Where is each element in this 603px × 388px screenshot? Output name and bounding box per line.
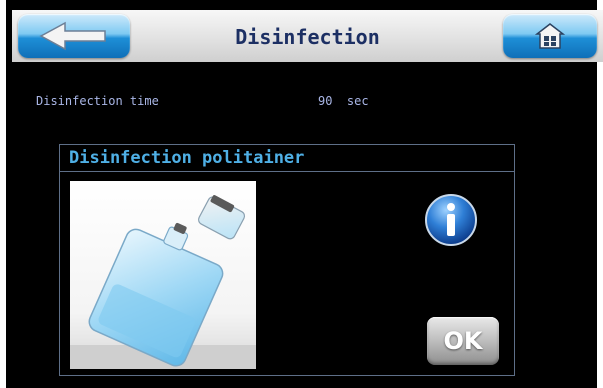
home-button[interactable] bbox=[503, 14, 597, 58]
screen: Disinfection Disinfection time 90 sec Di… bbox=[0, 0, 603, 388]
disinfection-time-value: 90 sec bbox=[318, 94, 369, 108]
info-icon[interactable] bbox=[424, 193, 478, 247]
politainer-illustration bbox=[70, 195, 256, 369]
politainer-dialog: Disinfection politainer OK bbox=[59, 144, 515, 376]
ok-button[interactable]: OK bbox=[427, 317, 499, 365]
disinfection-time-label: Disinfection time bbox=[36, 94, 159, 108]
header-bar: Disinfection bbox=[12, 10, 603, 62]
politainer-image bbox=[70, 181, 256, 369]
dialog-title: Disinfection politainer bbox=[60, 145, 514, 172]
home-icon bbox=[535, 23, 565, 49]
